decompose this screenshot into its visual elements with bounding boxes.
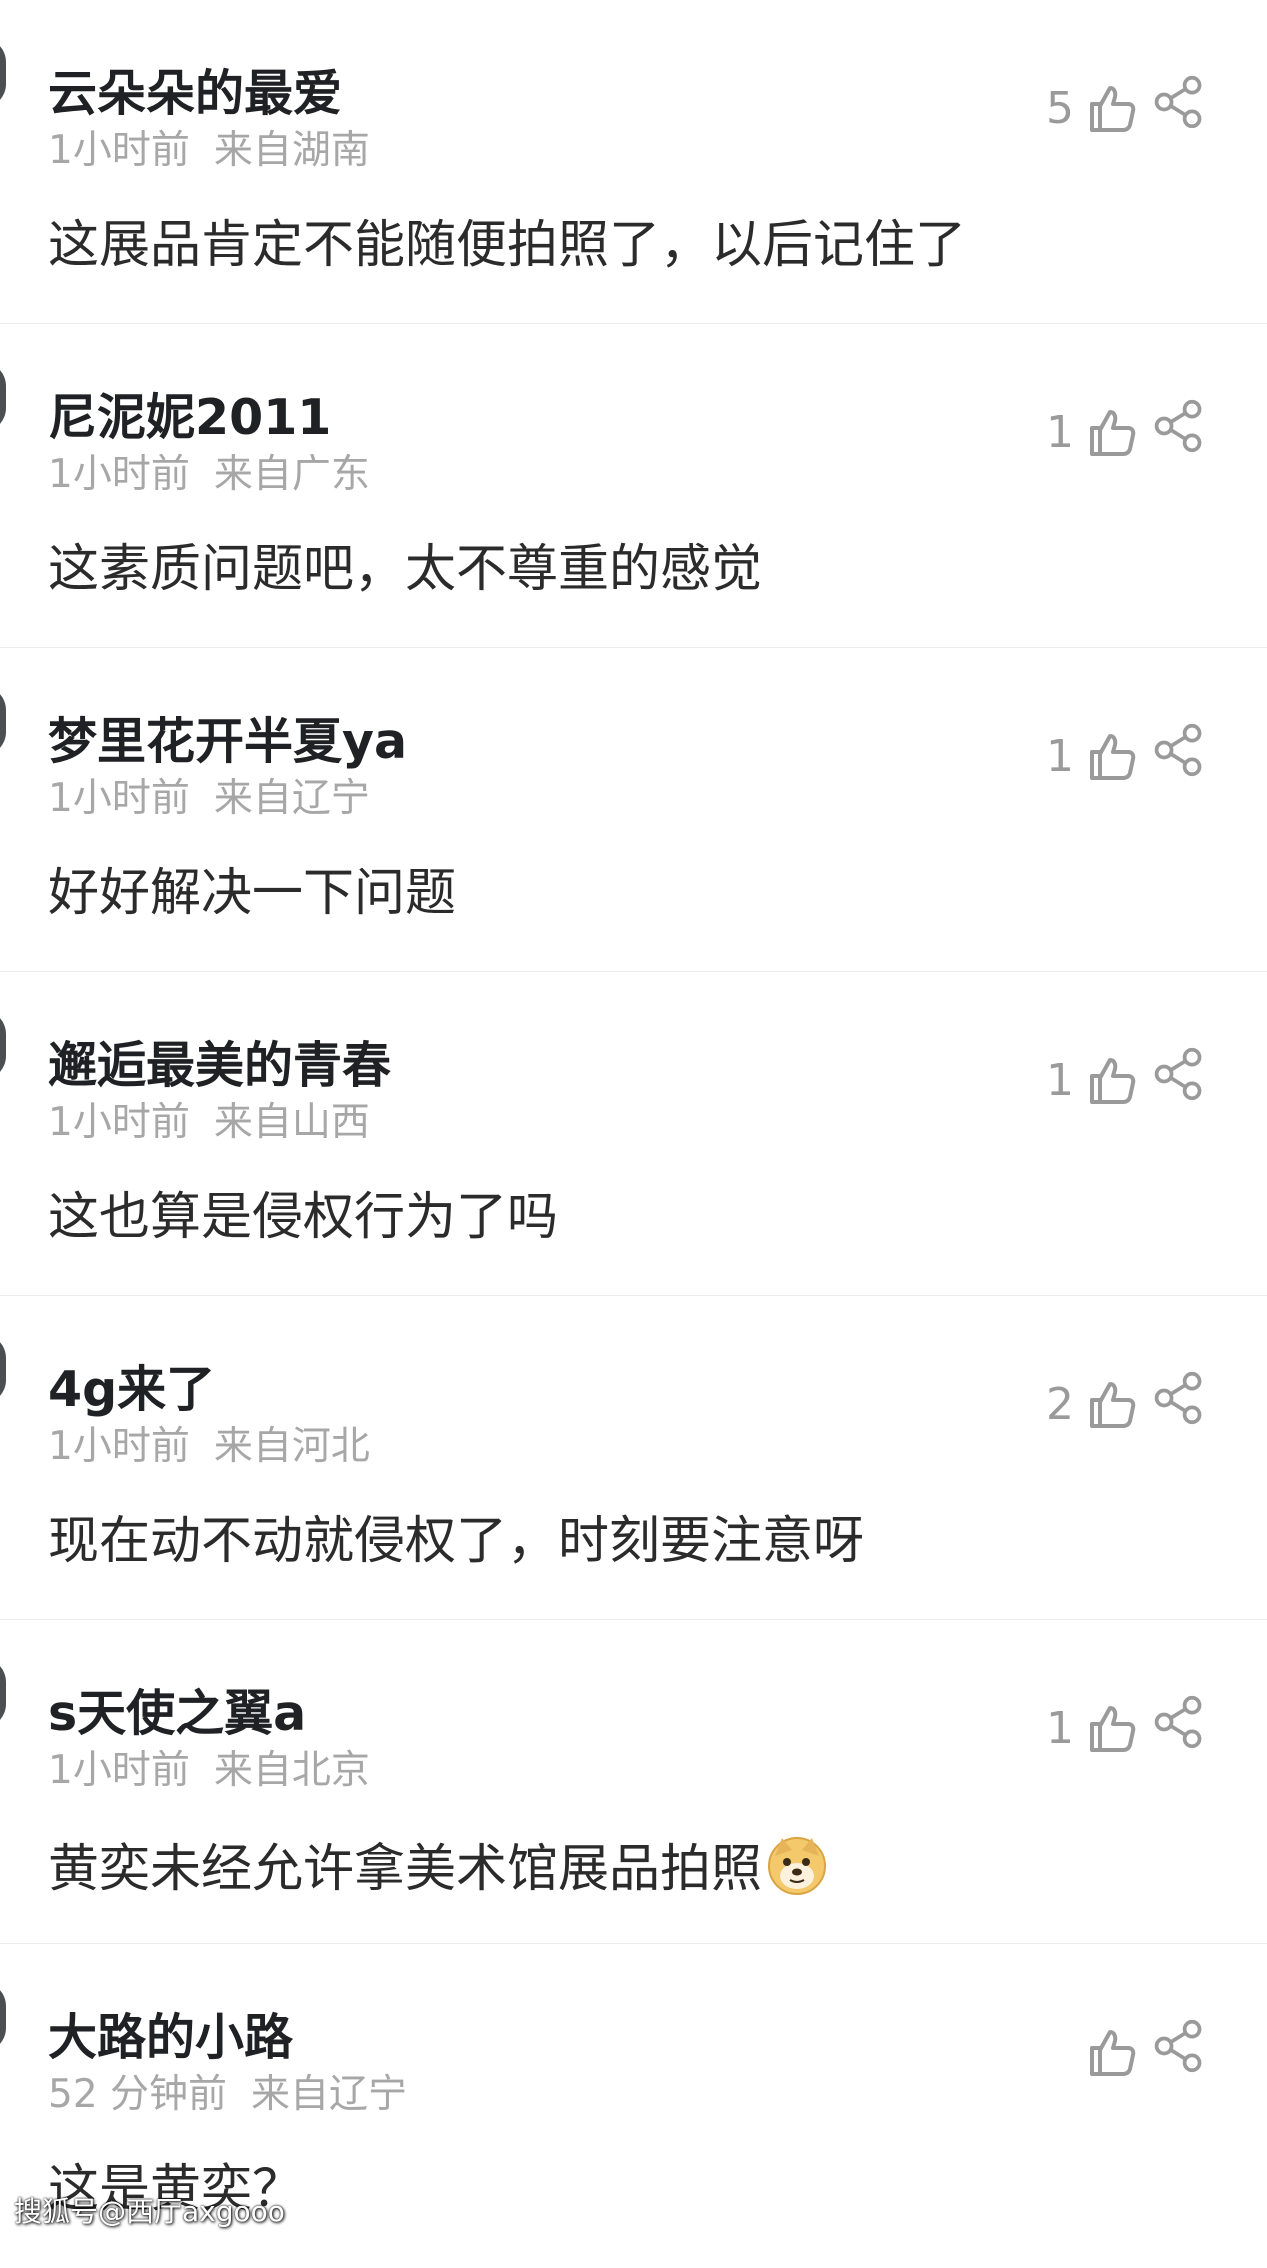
avatar[interactable] [0,1010,6,1080]
share-button[interactable] [1151,2018,1211,2078]
share-button[interactable] [1151,1370,1211,1430]
comment-time: 52 分钟前 [48,2072,228,2117]
comment-meta: 52 分钟前 来自辽宁 [48,2070,407,2120]
comment-item: 邂逅最美的青春 1小时前 来自山西 这也算是侵权行为了吗 1 [0,972,1267,1296]
thumbs-up-icon[interactable] [1084,404,1140,460]
comment-location: 来自辽宁 [213,776,370,821]
thumbs-up-icon[interactable] [1084,728,1140,784]
comment-item: 尼泥妮2011 1小时前 来自广东 这素质问题吧，太不尊重的感觉 1 [0,324,1267,648]
comment-location: 来自湖南 [213,128,370,173]
share-icon[interactable] [1151,1046,1207,1102]
like-count: 5 [1046,82,1074,134]
share-button[interactable] [1151,1046,1211,1106]
comment-text: 这素质问题吧，太不尊重的感觉 [48,540,763,599]
like-count: 1 [1046,730,1074,782]
avatar[interactable] [0,686,6,756]
comment-time: 1小时前 [48,1748,190,1793]
comment-item: 梦里花开半夏ya 1小时前 来自辽宁 好好解决一下问题 1 [0,648,1267,972]
comment-location: 来自河北 [213,1424,370,1469]
comment-meta: 1小时前 来自北京 [48,1746,370,1796]
thumbs-up-icon[interactable] [1084,1700,1140,1756]
like-count: 1 [1046,406,1074,458]
comment-meta: 1小时前 来自山西 [48,1098,370,1148]
comment-text: 现在动不动就侵权了，时刻要注意呀 [48,1512,865,1571]
share-icon[interactable] [1151,1694,1207,1750]
like-button[interactable]: 1 [960,1044,1140,1116]
comment-meta: 1小时前 来自辽宁 [48,774,370,824]
comment-item: 云朵朵的最爱 1小时前 来自湖南 这展品肯定不能随便拍照了，以后记住了 5 [0,0,1267,324]
share-button[interactable] [1151,722,1211,782]
avatar[interactable] [0,362,6,432]
share-button[interactable] [1151,1694,1211,1754]
comment-time: 1小时前 [48,1100,190,1145]
comment-time: 1小时前 [48,452,190,497]
share-button[interactable] [1151,74,1211,134]
comment-item: s天使之翼a 1小时前 来自北京 黄奕未经允许拿美术馆展品拍照 1 [0,1620,1267,1944]
avatar[interactable] [0,38,6,108]
share-icon[interactable] [1151,2018,1207,2074]
avatar[interactable] [0,1658,6,1728]
comment-location: 来自山西 [213,1100,370,1145]
like-button[interactable]: 1 [960,720,1140,792]
thumbs-up-icon[interactable] [1084,1376,1140,1432]
comment-text: 好好解决一下问题 [48,864,457,923]
like-button[interactable]: 1 [960,396,1140,468]
comment-item: 4g来了 1小时前 来自河北 现在动不动就侵权了，时刻要注意呀 2 [0,1296,1267,1620]
share-button[interactable] [1151,398,1211,458]
comment-username[interactable]: s天使之翼a [48,1684,306,1744]
like-count: 2 [1046,1378,1074,1430]
comment-meta: 1小时前 来自广东 [48,450,370,500]
comment-time: 1小时前 [48,1424,190,1469]
comment-time: 1小时前 [48,128,190,173]
thumbs-up-icon[interactable] [1084,80,1140,136]
share-icon[interactable] [1151,398,1207,454]
comment-text: 这展品肯定不能随便拍照了，以后记住了 [48,216,967,275]
like-count: 1 [1046,1702,1074,1754]
like-button[interactable]: 1 [960,1692,1140,1764]
comment-location: 来自辽宁 [251,2072,408,2117]
comment-text: 黄奕未经允许拿美术馆展品拍照 [48,1840,763,1899]
avatar[interactable] [0,1982,6,2052]
thumbs-up-icon[interactable] [1084,1052,1140,1108]
comment-time: 1小时前 [48,776,190,821]
avatar[interactable] [0,1334,6,1404]
comment-meta: 1小时前 来自河北 [48,1422,370,1472]
like-button[interactable] [960,2016,1140,2088]
share-icon[interactable] [1151,1370,1207,1426]
comment-text: 这也算是侵权行为了吗 [48,1188,559,1247]
comment-username[interactable]: 尼泥妮2011 [48,388,331,448]
comment-username[interactable]: 4g来了 [48,1360,215,1420]
comment-username[interactable]: 云朵朵的最爱 [48,64,342,124]
like-button[interactable]: 5 [960,72,1140,144]
like-button[interactable]: 2 [960,1368,1140,1440]
share-icon[interactable] [1151,722,1207,778]
comment-location: 来自广东 [213,452,370,497]
watermark-text: 搜狐号@西厅axgooo [14,2195,285,2228]
comment-username[interactable]: 邂逅最美的青春 [48,1036,391,1096]
comment-username[interactable]: 梦里花开半夏ya [48,712,407,772]
doge-emoji-icon [768,1837,827,1895]
comment-location: 来自北京 [213,1748,370,1793]
comment-meta: 1小时前 来自湖南 [48,126,370,176]
comment-text-row: 黄奕未经允许拿美术馆展品拍照 [48,1834,828,1902]
like-count: 1 [1046,1054,1074,1106]
comment-username[interactable]: 大路的小路 [48,2008,293,2068]
thumbs-up-icon[interactable] [1084,2024,1140,2080]
share-icon[interactable] [1151,74,1207,130]
comment-list: 云朵朵的最爱 1小时前 来自湖南 这展品肯定不能随便拍照了，以后记住了 5 尼泥妮… [0,0,1267,2250]
